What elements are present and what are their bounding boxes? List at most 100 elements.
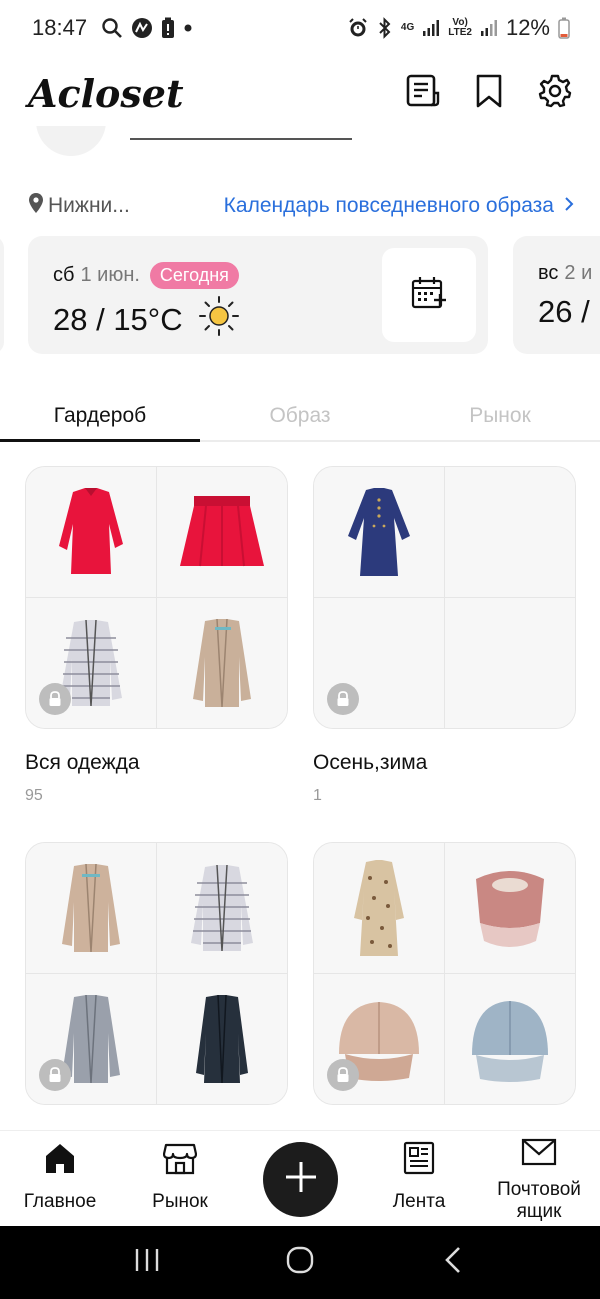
collection-card-3[interactable] xyxy=(25,842,288,1105)
location-selector[interactable]: Нижни... xyxy=(28,192,130,220)
collection-card-autumn-winter[interactable]: Осень,зима 1 xyxy=(313,466,576,805)
status-time: 18:47 xyxy=(32,15,88,40)
today-badge: Сегодня xyxy=(149,262,239,289)
nav-mailbox-label: Почтовой ящик xyxy=(497,1179,581,1222)
navy-dress-image xyxy=(347,487,410,576)
item-thumb xyxy=(26,843,157,974)
weather-date-next: вс 2 и xyxy=(538,262,592,285)
back-chevron-icon xyxy=(444,1246,462,1279)
collection-thumbnails xyxy=(25,466,288,729)
pink-visor-image xyxy=(475,870,544,947)
app-notification-icon xyxy=(131,17,153,39)
weather-dow: сб xyxy=(53,264,75,286)
plus-icon xyxy=(283,1159,319,1200)
home-icon xyxy=(44,1142,76,1180)
item-thumb xyxy=(444,843,575,974)
mail-icon xyxy=(521,1137,557,1173)
collection-thumbnails xyxy=(25,842,288,1105)
red-sweater-image xyxy=(58,487,123,574)
nav-feed[interactable]: Лента xyxy=(364,1141,474,1213)
weather-temp-value: 28 / 15°C xyxy=(53,302,183,337)
system-nav-bar xyxy=(0,1226,600,1299)
striped-cardigan-image xyxy=(190,864,253,951)
outfit-calendar-link[interactable]: Календарь повседневного образа xyxy=(224,194,574,218)
alarm-icon xyxy=(347,17,369,39)
weather-day-next: 2 и xyxy=(564,262,593,284)
settings-button[interactable] xyxy=(536,74,574,112)
item-thumb xyxy=(156,843,287,974)
recent-apps-icon xyxy=(133,1247,161,1278)
collection-grid: Вся одежда 95 Осень,зима 1 xyxy=(0,466,600,1130)
bluetooth-icon xyxy=(377,17,393,39)
volte-label: Vo) LTE2 xyxy=(448,17,472,38)
battery-alert-icon xyxy=(161,17,175,39)
item-thumb xyxy=(314,843,445,974)
battery-icon xyxy=(558,17,570,39)
store-icon xyxy=(162,1141,198,1181)
nav-home[interactable]: Главное xyxy=(5,1141,115,1213)
tab-outfit[interactable]: Образ xyxy=(200,396,400,440)
weather-temp-next: 26 / xyxy=(538,294,590,330)
tab-market[interactable]: Рынок xyxy=(400,396,600,440)
battery-percent: 12% xyxy=(505,15,550,40)
dot-indicator-icon xyxy=(183,23,193,33)
location-pin-icon xyxy=(28,192,44,220)
profile-strip xyxy=(0,126,600,156)
beige-cardigan-image xyxy=(61,863,120,952)
signal-icon-1 xyxy=(422,19,440,37)
add-item-button[interactable] xyxy=(263,1142,338,1217)
search-icon xyxy=(101,17,123,39)
item-thumb-empty xyxy=(444,597,575,728)
profile-name-placeholder xyxy=(130,138,352,140)
nav-market[interactable]: Рынок xyxy=(125,1141,235,1213)
location-row: Нижни... Календарь повседневного образа xyxy=(0,188,600,224)
weather-temp: 28 / 15°C xyxy=(53,294,241,346)
avatar[interactable] xyxy=(36,126,106,156)
nav-feed-label: Лента xyxy=(392,1191,446,1212)
item-thumb xyxy=(156,597,287,728)
chevron-right-icon xyxy=(564,194,574,218)
journal-icon xyxy=(405,73,441,114)
collection-card-4[interactable] xyxy=(313,842,576,1105)
weather-card-previous[interactable] xyxy=(0,236,4,354)
item-thumb xyxy=(156,467,287,598)
back-button[interactable] xyxy=(423,1238,483,1288)
weather-day: 1 июн. xyxy=(80,264,140,286)
bookmark-button[interactable] xyxy=(470,74,508,112)
location-label: Нижни... xyxy=(48,194,130,217)
nav-mailbox[interactable]: Почтовой ящик xyxy=(484,1135,594,1223)
weather-date: сб 1 июн. Сегодня xyxy=(53,262,239,289)
lock-icon xyxy=(327,1059,359,1091)
collection-title: Осень,зима xyxy=(313,751,428,774)
app-header: Acloset xyxy=(0,60,600,126)
patterned-robe-image xyxy=(353,859,404,956)
journal-button[interactable] xyxy=(404,74,442,112)
app-title: Acloset xyxy=(28,70,184,116)
weather-card-today[interactable]: сб 1 июн. Сегодня 28 / 15°C xyxy=(28,236,488,354)
calendar-add-icon xyxy=(411,275,447,316)
item-thumb xyxy=(444,973,575,1104)
weather-card-next[interactable]: вс 2 и 26 / xyxy=(513,236,600,354)
blue-cap-image xyxy=(471,1000,548,1082)
collection-card-all-clothes[interactable]: Вся одежда 95 xyxy=(25,466,288,805)
status-bar: 18:47 4G Vo) LTE2 12% xyxy=(0,0,600,56)
weather-temp-value-next: 26 / xyxy=(538,294,590,329)
header-actions xyxy=(404,74,574,112)
network-4g-label: 4G xyxy=(400,22,415,33)
collection-count: 95 xyxy=(25,787,43,804)
item-thumb xyxy=(26,467,157,598)
dark-cardigan-image xyxy=(195,994,248,1083)
recent-apps-button[interactable] xyxy=(117,1238,177,1288)
beige-cardigan-image xyxy=(192,618,251,707)
sun-icon xyxy=(197,294,241,346)
tab-wardrobe[interactable]: Гардероб xyxy=(0,396,200,442)
home-system-button[interactable] xyxy=(270,1238,330,1288)
collection-count: 1 xyxy=(313,787,322,804)
bottom-nav: Главное Рынок Лента Почтовой ящик xyxy=(0,1130,600,1226)
add-outfit-to-calendar-button[interactable] xyxy=(382,248,476,342)
collection-thumbnails xyxy=(313,466,576,729)
newspaper-icon xyxy=(403,1141,435,1181)
lock-icon xyxy=(39,683,71,715)
lock-icon xyxy=(327,683,359,715)
section-tabs: Гардероб Образ Рынок xyxy=(0,396,600,442)
